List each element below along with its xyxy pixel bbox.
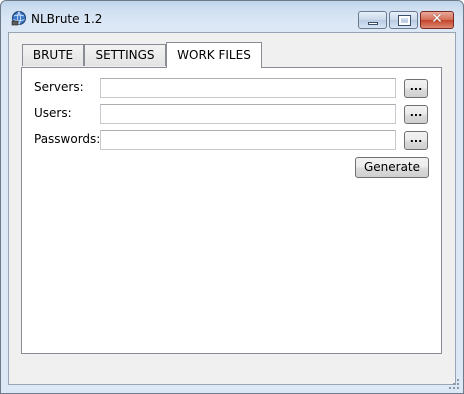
window-title: NLBrute 1.2 [31,12,103,26]
tab-brute[interactable]: BRUTE [22,44,84,66]
users-input[interactable] [100,104,396,124]
users-browse-button[interactable]: ... [404,105,428,124]
servers-label: Servers: [34,80,84,94]
passwords-input[interactable] [100,130,396,150]
resize-grip-icon[interactable] [449,379,459,389]
servers-input[interactable] [100,78,396,98]
maximize-button[interactable] [389,11,418,29]
title-bar[interactable]: NLBrute 1.2 ✕ [1,1,463,31]
tab-work-files[interactable]: WORK FILES [166,42,262,68]
globe-app-icon [11,11,26,26]
servers-browse-button[interactable]: ... [404,79,428,98]
close-button[interactable]: ✕ [420,11,454,29]
work-files-panel: Servers: ... Users: ... Passwords: ... G… [21,67,442,354]
passwords-browse-button[interactable]: ... [404,131,428,150]
minimize-icon [368,22,378,25]
generate-button[interactable]: Generate [355,157,429,178]
users-label: Users: [34,106,72,120]
app-window: NLBrute 1.2 ✕ BRUTE SETTINGS WORK FILES … [0,0,464,394]
close-icon: ✕ [431,11,443,27]
passwords-label: Passwords: [34,132,101,146]
minimize-button[interactable] [358,11,387,29]
tab-settings[interactable]: SETTINGS [84,44,166,66]
maximize-icon [398,15,411,26]
client-area: BRUTE SETTINGS WORK FILES Servers: ... U… [8,32,456,385]
